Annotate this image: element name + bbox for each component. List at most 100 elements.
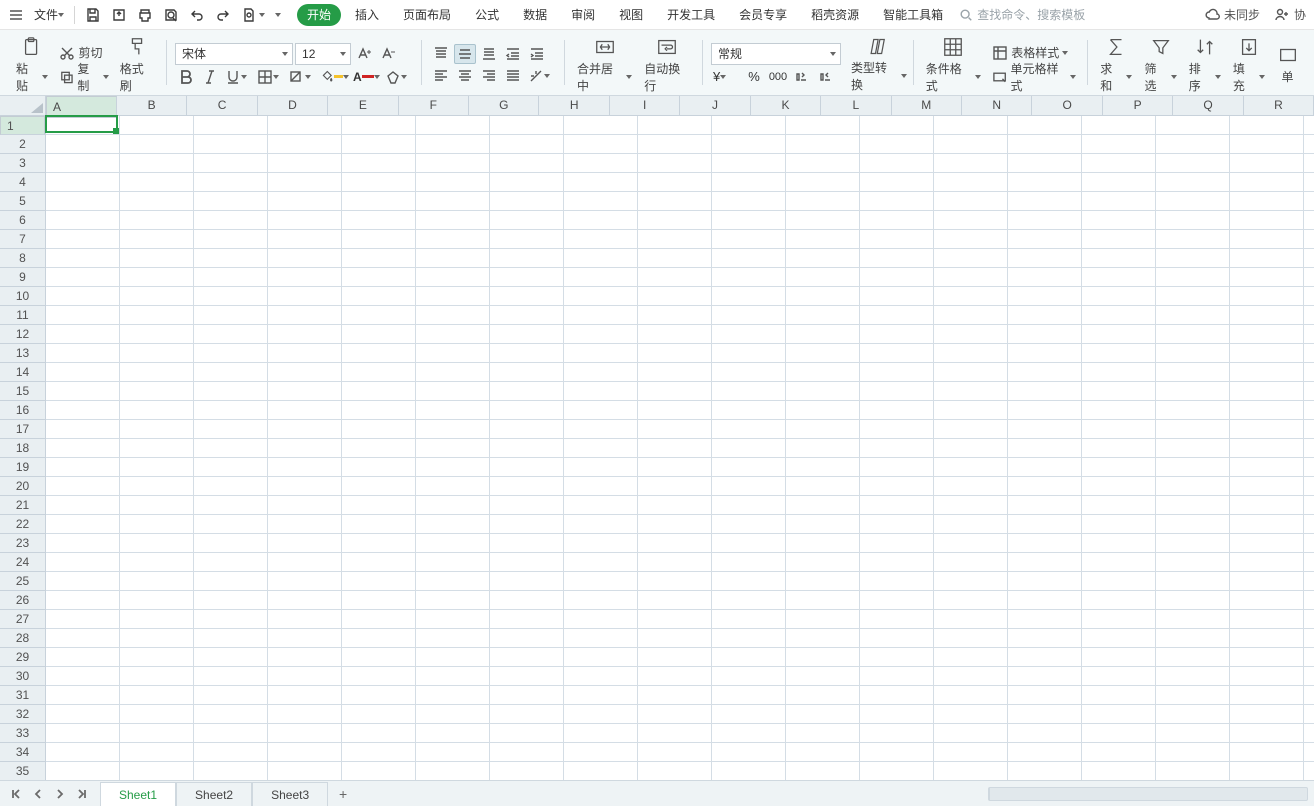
column-header[interactable]: R <box>1244 96 1314 115</box>
copy-button[interactable]: 复制 <box>56 67 111 87</box>
row-header[interactable]: 8 <box>0 249 45 268</box>
row-header[interactable]: 27 <box>0 610 45 629</box>
column-header[interactable]: P <box>1103 96 1173 115</box>
cells-area[interactable] <box>46 116 1314 780</box>
tab-smart-tools[interactable]: 智能工具箱 <box>873 4 953 26</box>
print-icon[interactable] <box>133 3 157 27</box>
sheet-nav-next[interactable] <box>50 784 70 804</box>
column-header[interactable]: O <box>1032 96 1102 115</box>
sync-status[interactable]: 未同步 <box>1204 6 1260 23</box>
add-sheet-button[interactable]: + <box>330 786 356 802</box>
row-header[interactable]: 32 <box>0 705 45 724</box>
percent-button[interactable]: % <box>743 67 765 87</box>
row-header[interactable]: 22 <box>0 515 45 534</box>
justify[interactable] <box>502 66 524 86</box>
column-header[interactable]: B <box>117 96 187 115</box>
column-header[interactable]: G <box>469 96 539 115</box>
conditional-format-button[interactable]: 条件格式 <box>922 34 986 96</box>
row-header[interactable]: 14 <box>0 363 45 382</box>
currency-button[interactable]: ¥ <box>711 67 741 87</box>
cell-style-button[interactable]: 单元格样式 <box>989 67 1079 87</box>
row-header[interactable]: 24 <box>0 553 45 572</box>
tab-member[interactable]: 会员专享 <box>729 4 797 26</box>
borders-button[interactable] <box>255 67 285 87</box>
sheet-tab[interactable]: Sheet2 <box>176 782 252 806</box>
row-header[interactable]: 29 <box>0 648 45 667</box>
row-header[interactable]: 7 <box>0 230 45 249</box>
spreadsheet-grid[interactable]: ABCDEFGHIJKLMNOPQR 123456789101112131415… <box>0 96 1314 780</box>
row-header[interactable]: 11 <box>0 306 45 325</box>
thousands-button[interactable]: 000 <box>767 67 789 87</box>
command-search[interactable]: 查找命令、搜索模板 <box>955 6 1115 23</box>
column-header[interactable]: Q <box>1173 96 1243 115</box>
align-left[interactable] <box>430 66 452 86</box>
redo-icon[interactable] <box>211 3 235 27</box>
font-name-select[interactable]: 宋体 <box>175 43 293 65</box>
tab-view[interactable]: 视图 <box>609 4 653 26</box>
row-header[interactable]: 10 <box>0 287 45 306</box>
save-icon[interactable] <box>81 3 105 27</box>
row-header[interactable]: 26 <box>0 591 45 610</box>
list-icon[interactable] <box>4 3 28 27</box>
tab-page-layout[interactable]: 页面布局 <box>393 4 461 26</box>
print-preview-icon[interactable] <box>159 3 183 27</box>
align-bottom[interactable] <box>478 44 500 64</box>
fill-handle[interactable] <box>113 128 119 134</box>
undo-icon[interactable] <box>185 3 209 27</box>
column-header[interactable]: M <box>892 96 962 115</box>
column-header[interactable]: F <box>399 96 469 115</box>
row-header[interactable]: 12 <box>0 325 45 344</box>
tab-start[interactable]: 开始 <box>297 4 341 26</box>
row-header[interactable]: 5 <box>0 192 45 211</box>
row-header[interactable]: 21 <box>0 496 45 515</box>
sheet-tab[interactable]: Sheet3 <box>252 782 328 806</box>
align-center[interactable] <box>454 66 476 86</box>
column-header[interactable]: D <box>258 96 328 115</box>
increase-decimal[interactable] <box>791 67 813 87</box>
align-top[interactable] <box>430 44 452 64</box>
row-header[interactable]: 31 <box>0 686 45 705</box>
type-convert-button[interactable]: 类型转换 <box>847 34 911 95</box>
clear-format-button[interactable] <box>383 67 413 87</box>
row-header[interactable]: 35 <box>0 762 45 780</box>
sum-button[interactable]: 求和 <box>1096 34 1136 96</box>
bold-button[interactable] <box>175 67 197 87</box>
decrease-indent[interactable] <box>502 44 524 64</box>
tab-resources[interactable]: 稻壳资源 <box>801 4 869 26</box>
sheet-tab[interactable]: Sheet1 <box>100 782 176 806</box>
select-all-corner[interactable] <box>0 96 46 116</box>
export-icon[interactable] <box>107 3 131 27</box>
column-header[interactable]: K <box>751 96 821 115</box>
row-header[interactable]: 1 <box>0 116 45 135</box>
row-header[interactable]: 13 <box>0 344 45 363</box>
row-header[interactable]: 6 <box>0 211 45 230</box>
file-menu[interactable]: 文件 <box>30 3 68 27</box>
font-size-select[interactable]: 12 <box>295 43 351 65</box>
decrease-decimal[interactable] <box>815 67 837 87</box>
decrease-font-size[interactable] <box>377 44 399 64</box>
auto-wrap-button[interactable]: 自动换行 <box>640 34 694 96</box>
row-header[interactable]: 16 <box>0 401 45 420</box>
font-color-button[interactable]: A <box>351 67 381 87</box>
column-header[interactable]: L <box>821 96 891 115</box>
column-header[interactable]: H <box>539 96 609 115</box>
italic-button[interactable] <box>199 67 221 87</box>
tab-developer[interactable]: 开发工具 <box>657 4 725 26</box>
column-header[interactable]: C <box>187 96 257 115</box>
row-header[interactable]: 30 <box>0 667 45 686</box>
row-header[interactable]: 2 <box>0 135 45 154</box>
column-header[interactable]: N <box>962 96 1032 115</box>
row-header[interactable]: 17 <box>0 420 45 439</box>
align-right[interactable] <box>478 66 500 86</box>
sort-button[interactable]: 排序 <box>1185 34 1225 96</box>
row-header[interactable]: 23 <box>0 534 45 553</box>
format-painter-button[interactable]: 格式刷 <box>116 34 158 96</box>
sheet-nav-last[interactable] <box>72 784 92 804</box>
tab-review[interactable]: 审阅 <box>561 4 605 26</box>
number-format-select[interactable]: 常规 <box>711 43 841 65</box>
row-header[interactable]: 9 <box>0 268 45 287</box>
row-header[interactable]: 18 <box>0 439 45 458</box>
row-header[interactable]: 19 <box>0 458 45 477</box>
align-middle[interactable] <box>454 44 476 64</box>
filter-button[interactable]: 筛选 <box>1140 34 1180 96</box>
